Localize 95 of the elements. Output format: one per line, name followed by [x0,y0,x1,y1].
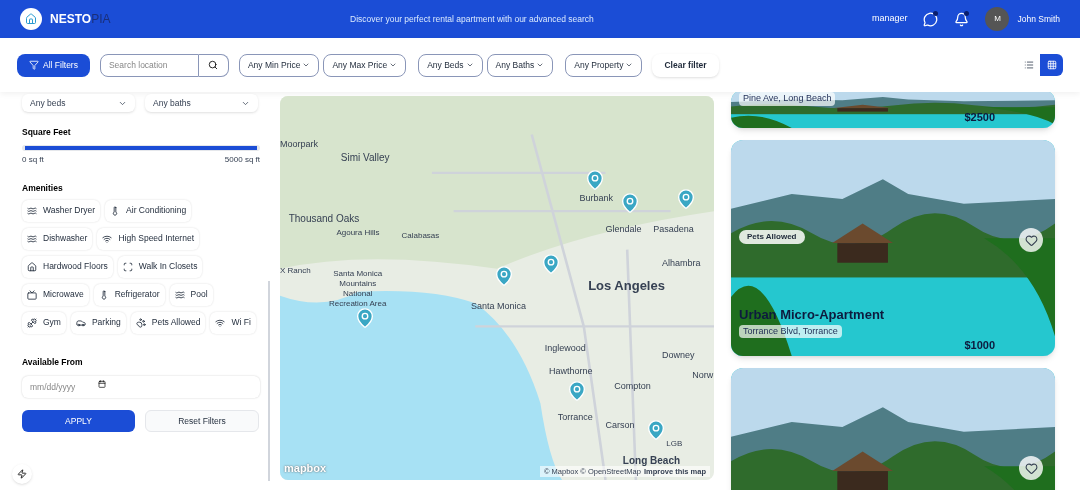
amenity-chip[interactable]: Air Conditioning [105,199,192,222]
waves-icon [174,289,185,300]
map-place-label: Compton [614,380,651,394]
calendar-icon[interactable] [98,380,106,389]
section-title: Available From [22,355,84,369]
section-title: Amenities [22,181,64,195]
map-place-label: Inglewood [544,341,586,355]
map-place-label: Thousand Oaks [288,212,360,227]
chevron-down-icon [625,61,634,69]
apply-button[interactable]: APPLY [22,410,135,433]
filter-dropdown[interactable]: Any Property [565,53,643,77]
listing-tag: Pets Allowed [739,230,805,244]
amenity-chip[interactable]: Parking [70,311,126,334]
select-field[interactable]: Any baths [145,94,258,112]
search-field[interactable]: Search location [99,53,199,77]
amenity-chip[interactable]: Pool [169,283,213,306]
search-icon [208,60,219,70]
user-avatar[interactable]: M [985,7,1010,31]
filter-dropdown[interactable]: Any Baths [486,53,554,77]
all-filters-button[interactable]: All Filters [17,53,90,77]
listing-price: $2500 [964,109,995,125]
map-place-label: Pasadena [653,222,694,236]
paw-icon [135,317,146,328]
filter-dropdown[interactable]: Any Min Price [238,53,320,77]
tv-icon [27,289,37,300]
chevron-down-icon [389,61,398,69]
chevron-down-icon [536,61,545,69]
tagline: Discover your perfect rental apartment with our advanced search [350,12,595,26]
slider-max-label: 5000 sq ft [224,153,260,166]
listing-title: Urban Micro-Apartment [739,305,885,324]
notifications-button[interactable] [954,11,970,27]
date-field[interactable]: mm/dd/yyyy [22,376,260,399]
amenity-chip[interactable]: Gym [22,311,66,334]
map-place-label: Moorpark [280,138,318,152]
amenity-chip[interactable]: High Speed Internet [97,227,199,250]
heart-icon[interactable] [1024,233,1038,247]
waves-icon [27,233,37,244]
amenity-chip[interactable]: Washer Dryer [22,199,101,222]
amenity-chip[interactable]: Dishwasher [22,227,93,250]
search-button[interactable] [198,53,229,77]
car-icon [75,317,86,328]
chevron-down-icon [302,61,311,69]
map-place-label: Long Beach [622,454,681,469]
messages-button[interactable] [923,11,939,27]
clear-filter-button[interactable]: Clear filter [652,53,719,77]
select-field[interactable]: Any beds [22,94,135,112]
map-place-label: Los Angeles [588,277,665,296]
amenity-chip[interactable]: Microwave [22,283,89,306]
map-place-label: Torrance [557,410,593,424]
chevron-down-icon [465,61,474,69]
heart-icon[interactable] [1024,461,1038,475]
amenity-chip[interactable]: Walk In Closets [117,255,203,278]
user-role: manager [871,12,908,26]
map-place-label: Alhambra [661,257,701,271]
map-place-label: Agoura Hills [336,226,380,239]
slider-min-label: 0 sq ft [22,153,44,166]
amenity-chip[interactable]: Hardwood Floors [22,255,113,278]
list-icon [1023,60,1034,70]
wifi-icon [215,317,226,328]
amenity-chip[interactable]: Wi Fi [210,311,256,334]
amenity-chip[interactable]: Pets Allowed [130,311,206,334]
slider-track[interactable] [22,144,260,151]
listing-address: Pine Ave, Long Beach [739,92,836,106]
lightning-icon [17,469,27,479]
wifi-icon [102,233,113,244]
map-place-label: Calabasas [401,230,440,243]
waves-icon [27,205,37,216]
map-place-label: Simi Valley [340,150,390,165]
map-place-label: LGB [666,437,683,450]
grid-view-button[interactable] [1040,54,1063,76]
filter-icon [29,60,39,70]
map-place-label: Hawthorne [549,364,593,378]
map-place-label: Burbank [579,192,613,205]
user-name[interactable]: John Smith [1017,12,1060,26]
frame-icon [122,261,133,272]
house-icon [27,261,37,272]
listing-price: $1000 [964,337,995,353]
filter-dropdown[interactable]: Any Max Price [323,53,407,77]
quick-action-button[interactable] [12,464,32,484]
logo-icon [20,8,42,30]
filter-dropdown[interactable]: Any Beds [418,53,483,77]
map-place-label: Downey [661,349,695,363]
amenity-chip[interactable]: Refrigerator [93,283,165,306]
map-place-label: X Ranch [280,264,311,277]
scrollbar[interactable] [268,281,270,481]
map-place-label: Glendale [605,222,642,236]
map-place-label: Santa Monica [470,299,526,313]
grid-icon [1046,60,1057,70]
map-place-label: Norw [692,368,714,382]
map-place-label: Carson [605,418,635,432]
brand-name[interactable]: NESTOPIA [50,10,111,28]
reset-filters-button[interactable]: Reset Filters [145,410,259,433]
section-title: Square Feet [22,126,72,139]
map-place-label: Santa Monica Mountains National Recreation Area [328,268,388,309]
dumbbell-icon [27,317,37,328]
